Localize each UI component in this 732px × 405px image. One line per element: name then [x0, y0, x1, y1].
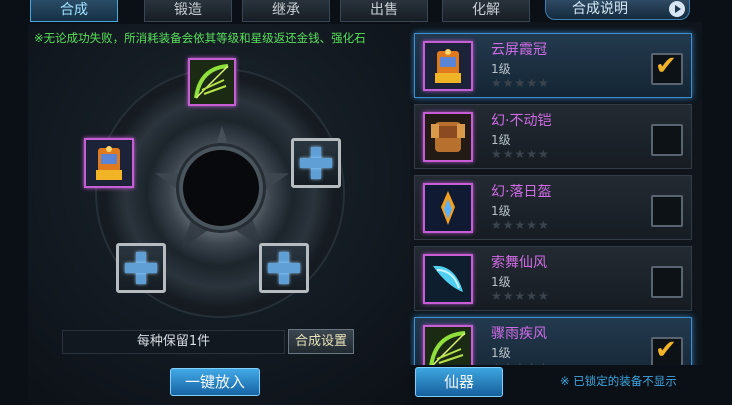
item-name: 云屏霞冠	[491, 42, 547, 58]
tab-sell[interactable]: 出售	[340, 0, 428, 22]
tab-dissolve[interactable]: 化解	[442, 0, 530, 22]
keep-one-label: 每种保留1件	[62, 330, 285, 354]
arrow-right-icon	[669, 1, 685, 17]
wind-wing-icon	[423, 254, 473, 304]
slot-top-bow[interactable]	[188, 58, 236, 106]
slot-right-empty[interactable]	[291, 138, 341, 188]
helmet-icon	[423, 41, 473, 91]
star-rating: ★★★★★	[491, 218, 550, 232]
select-checkbox[interactable]: ✔	[651, 53, 683, 85]
select-checkbox[interactable]: ✔	[651, 337, 683, 365]
list-item[interactable]: 索舞仙风 1级 ★★★★★	[414, 246, 692, 311]
synthesis-help-button[interactable]: 合成说明	[545, 0, 690, 20]
center-hole	[183, 150, 259, 226]
item-level: 1级	[491, 204, 511, 218]
locked-hint: ※ 已锁定的装备不显示	[560, 374, 677, 388]
bow-icon	[190, 60, 234, 104]
list-item[interactable]: 骤雨疾风 1级 ★★★★★ ✔	[414, 317, 692, 365]
item-name: 幻·落日盔	[491, 184, 552, 200]
item-level: 1级	[491, 62, 511, 76]
armor-icon	[423, 112, 473, 162]
star-rating: ★★★★★	[491, 76, 550, 90]
one-key-fill-button[interactable]: 一键放入	[170, 368, 260, 396]
plus-icon	[125, 252, 157, 284]
tab-inherit[interactable]: 继承	[242, 0, 330, 22]
helmet-icon	[86, 140, 132, 186]
flame-helmet-icon	[423, 183, 473, 233]
synthesis-settings-button[interactable]: 合成设置	[288, 329, 354, 354]
select-checkbox[interactable]	[651, 266, 683, 298]
item-name: 骤雨疾风	[491, 326, 547, 342]
checkmark-icon: ✔	[655, 335, 677, 365]
plus-icon	[300, 147, 332, 179]
bow-icon	[423, 325, 473, 365]
item-name: 索舞仙风	[491, 255, 547, 271]
select-checkbox[interactable]	[651, 124, 683, 156]
synthesis-notice: ※无论成功失败，所消耗装备会依其等级和星级返还金钱、强化石	[34, 31, 366, 45]
plus-icon	[268, 252, 300, 284]
item-level: 1级	[491, 133, 511, 147]
slot-bottom-left-empty[interactable]	[116, 243, 166, 293]
item-level: 1级	[491, 275, 511, 289]
tab-forge[interactable]: 锻造	[144, 0, 232, 22]
item-name: 幻·不动铠	[491, 113, 552, 129]
slot-left-helmet[interactable]	[84, 138, 134, 188]
list-item[interactable]: 幻·落日盔 1级 ★★★★★	[414, 175, 692, 240]
checkmark-icon: ✔	[655, 51, 677, 81]
star-rating: ★★★★★	[491, 289, 550, 303]
item-level: 1级	[491, 346, 511, 360]
select-checkbox[interactable]	[651, 195, 683, 227]
tab-bar: 合成 锻造 继承 出售 化解	[30, 0, 530, 22]
star-rating: ★★★★★	[491, 360, 550, 365]
equipment-list: 云屏霞冠 1级 ★★★★★ ✔ 幻·不动铠 1级 ★★★★★ 幻·落日盔 1级 …	[410, 22, 702, 365]
tab-synthesize[interactable]: 合成	[30, 0, 118, 22]
list-item[interactable]: 云屏霞冠 1级 ★★★★★ ✔	[414, 33, 692, 98]
star-rating: ★★★★★	[491, 147, 550, 161]
slot-bottom-right-empty[interactable]	[259, 243, 309, 293]
list-item[interactable]: 幻·不动铠 1级 ★★★★★	[414, 104, 692, 169]
fairy-equipment-filter-button[interactable]: 仙器	[415, 367, 503, 397]
help-button-label: 合成说明	[572, 1, 628, 17]
